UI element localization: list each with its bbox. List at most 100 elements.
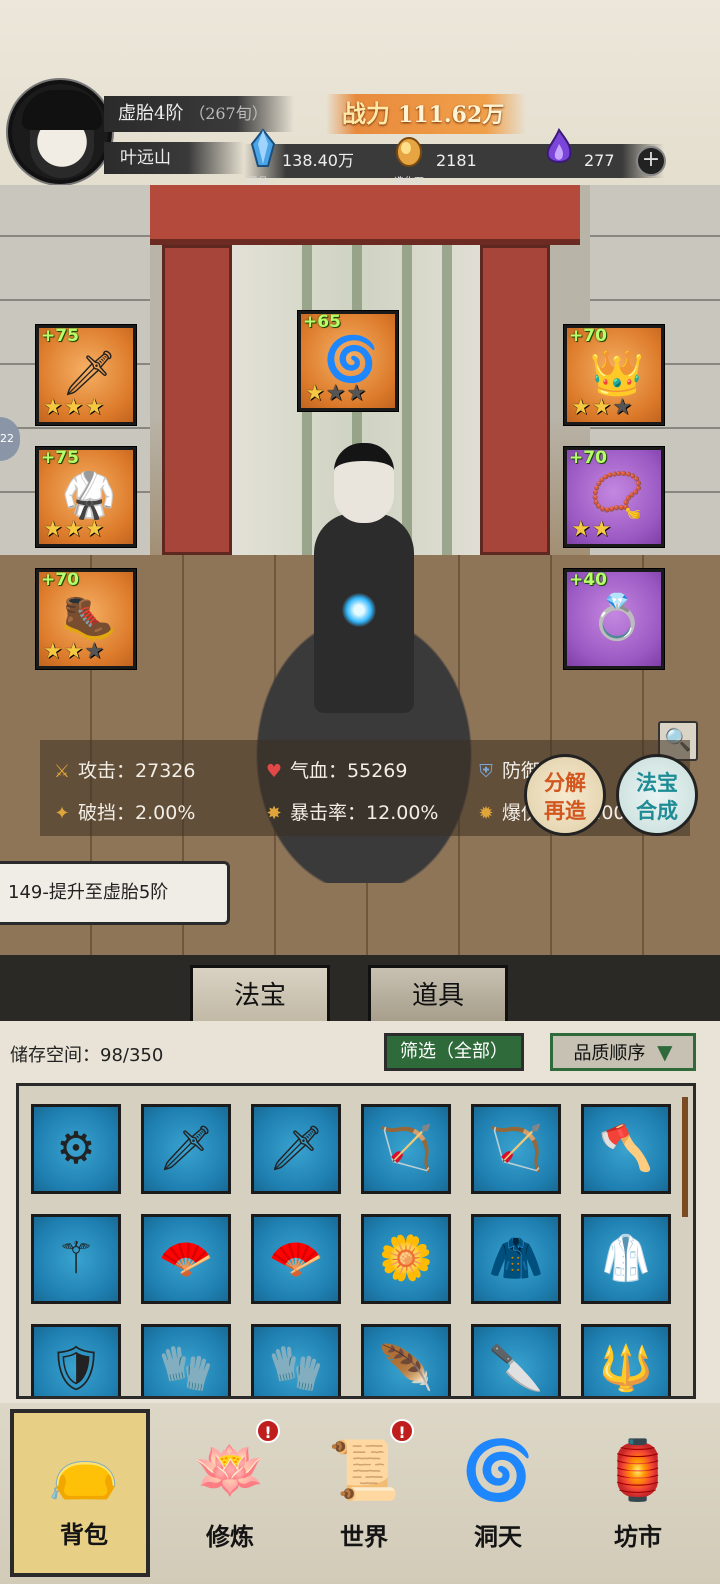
equip-stars: ★★★: [43, 639, 106, 664]
nav-bag[interactable]: 👝 背包: [10, 1409, 150, 1577]
filter-button[interactable]: 筛选（全部）: [384, 1033, 524, 1071]
inventory-scrollbar[interactable]: [682, 1097, 688, 1217]
crossbow-icon: 🏹: [488, 1123, 544, 1174]
storage-info: 储存空间：98/350: [10, 1041, 163, 1067]
nav-cave[interactable]: 🌀 洞天: [438, 1415, 558, 1565]
nav-label: 修炼: [206, 1522, 254, 1551]
inventory-item[interactable]: 🧥: [471, 1214, 561, 1304]
equip-level: +65: [303, 312, 341, 332]
equip-stars: ★★★: [305, 381, 368, 406]
sort-dropdown[interactable]: 品质顺序 ▼: [550, 1033, 696, 1071]
creation-stone-value: 2181: [436, 151, 477, 170]
phoenix-hat-icon: 🪶: [378, 1343, 434, 1394]
stat-value: 27326: [135, 760, 196, 782]
stat-break: ✦ 破挡：2.00%: [50, 798, 195, 825]
nav-label: 洞天: [474, 1522, 522, 1551]
player-avatar[interactable]: [8, 80, 112, 184]
inventory-item[interactable]: 🪭: [141, 1214, 231, 1304]
attack-icon: ⚔: [53, 761, 71, 782]
break-icon: ✦: [54, 803, 70, 824]
equip-slot-head[interactable]: +65 🌀 ★★★: [298, 311, 398, 411]
tab-treasure[interactable]: 法宝: [190, 965, 330, 1021]
decompose-label: 分解再造: [544, 770, 586, 823]
tab-items[interactable]: 道具: [368, 965, 508, 1021]
inventory-item[interactable]: ⚙: [31, 1104, 121, 1194]
inventory-item[interactable]: 🏹: [471, 1104, 561, 1194]
add-resource-button[interactable]: +: [636, 146, 666, 176]
inventory-item[interactable]: 🔪: [471, 1324, 561, 1396]
blue-gauntlet-icon: 🧤: [268, 1343, 324, 1394]
golden-flower-icon: 🌼: [378, 1233, 434, 1284]
inventory-item[interactable]: ⚚: [31, 1214, 121, 1304]
nav-world[interactable]: 📜 ! 世界: [304, 1415, 424, 1565]
stat-health: ♥ 气血：55269: [262, 756, 408, 783]
blue-gauntlet-icon: 🧤: [158, 1343, 214, 1394]
axe-icon: 🪓: [598, 1123, 654, 1174]
stat-value: 2.00%: [135, 802, 196, 824]
ice-sword-icon: 🗡: [268, 1123, 324, 1174]
inventory-item[interactable]: 🏹: [361, 1104, 451, 1194]
avatar-hair: [22, 90, 102, 130]
sword-icon: 🗡: [61, 348, 117, 399]
inventory-item[interactable]: 🪓: [581, 1104, 671, 1194]
inventory-item[interactable]: 🪶: [361, 1324, 451, 1396]
market-icon: 🏮: [601, 1436, 675, 1504]
stat-label: 破挡：: [78, 802, 136, 824]
equip-level: +40: [569, 570, 607, 590]
inventory-item[interactable]: 🗡: [251, 1104, 341, 1194]
inventory-item[interactable]: 🥼: [581, 1214, 671, 1304]
nav-cultivate[interactable]: 🪷 ! 修炼: [170, 1415, 290, 1565]
equip-slot-weapon[interactable]: +75 🗡 ★★★: [36, 325, 136, 425]
inventory-grid: ⚙ 🗡 🗡 🏹 🏹 🪓 ⚚ 🪭 🪭 🌼 🧥 🥼 🛡 🧤 🧤 🪶 🔪 🔱: [16, 1083, 696, 1399]
nav-label: 坊市: [614, 1522, 662, 1551]
chevron-down-icon: ▼: [657, 1040, 673, 1064]
equip-slot-armor[interactable]: +75 🥋 ★★★: [36, 447, 136, 547]
resource-bar: 灵晶 138.40万 造化石 2181 277: [244, 128, 664, 188]
purple-flame-value: 277: [584, 151, 615, 170]
nav-market[interactable]: 🏮 坊市: [578, 1415, 698, 1565]
circlet-icon: 👑: [589, 348, 645, 399]
jade-fan-icon: 🪭: [268, 1233, 324, 1284]
nav-label: 世界: [340, 1522, 388, 1551]
bag-icon: 👝: [47, 1434, 121, 1502]
synthesize-button[interactable]: 法宝合成: [616, 754, 698, 836]
player-age: （267旬）: [189, 104, 268, 123]
inventory-item[interactable]: 🗡: [141, 1104, 231, 1194]
storage-label: 储存空间：: [10, 1045, 100, 1066]
portal-icon: 🌀: [461, 1436, 535, 1504]
inventory-item[interactable]: 🪭: [251, 1214, 341, 1304]
top-hud: 虚胎4阶 （267旬） 叶远山 战力 111.62万 灵晶 138.40万 造化石…: [0, 0, 720, 190]
inventory-item[interactable]: 🧤: [141, 1324, 231, 1396]
amulet-icon: 📿: [589, 470, 645, 521]
saw-blade-icon: ⚙: [56, 1123, 96, 1174]
equip-slot-helm[interactable]: +70 👑 ★★★: [564, 325, 664, 425]
door-beam: [150, 185, 580, 245]
ice-sword-icon: 🗡: [158, 1123, 214, 1174]
player-realm: 虚胎4阶: [118, 103, 184, 124]
stat-crit-rate: ✸ 暴击率：12.00%: [262, 798, 438, 825]
staff-icon: ⚚: [56, 1233, 96, 1284]
player-name: 叶远山: [104, 142, 244, 174]
equip-stars: ★★★: [571, 395, 634, 420]
inventory-item[interactable]: 🧤: [251, 1324, 341, 1396]
meditating-hero[interactable]: [214, 443, 514, 913]
character-scene: 22 +75 🗡 ★★★ +65 🌀 ★★★ +70 👑 ★★★ +75 🥋 ★…: [0, 185, 720, 955]
equip-level: +75: [41, 448, 79, 468]
equip-level: +70: [569, 448, 607, 468]
storage-value: 98/350: [100, 1045, 164, 1066]
equip-slot-ring[interactable]: +40 💍: [564, 569, 664, 669]
inventory-item[interactable]: 🔱: [581, 1324, 671, 1396]
crit-damage-icon: ✹: [478, 803, 494, 824]
quest-banner[interactable]: 149-提升至虚胎5阶: [0, 861, 230, 925]
equip-slot-boots[interactable]: +70 🥾 ★★★: [36, 569, 136, 669]
stat-label: 攻击：: [78, 760, 136, 782]
equip-slot-amulet[interactable]: +70 📿 ★★: [564, 447, 664, 547]
bottom-nav: 👝 背包 🪷 ! 修炼 📜 ! 世界 🌀 洞天 🏮 坊市: [0, 1403, 720, 1584]
equip-level: +70: [569, 326, 607, 346]
jade-fan-icon: 🪭: [158, 1233, 214, 1284]
inventory-item[interactable]: 🌼: [361, 1214, 451, 1304]
crossbow-icon: 🏹: [378, 1123, 434, 1174]
decompose-button[interactable]: 分解再造: [524, 754, 606, 836]
heart-icon: ♥: [265, 761, 283, 782]
inventory-item[interactable]: 🛡: [31, 1324, 121, 1396]
